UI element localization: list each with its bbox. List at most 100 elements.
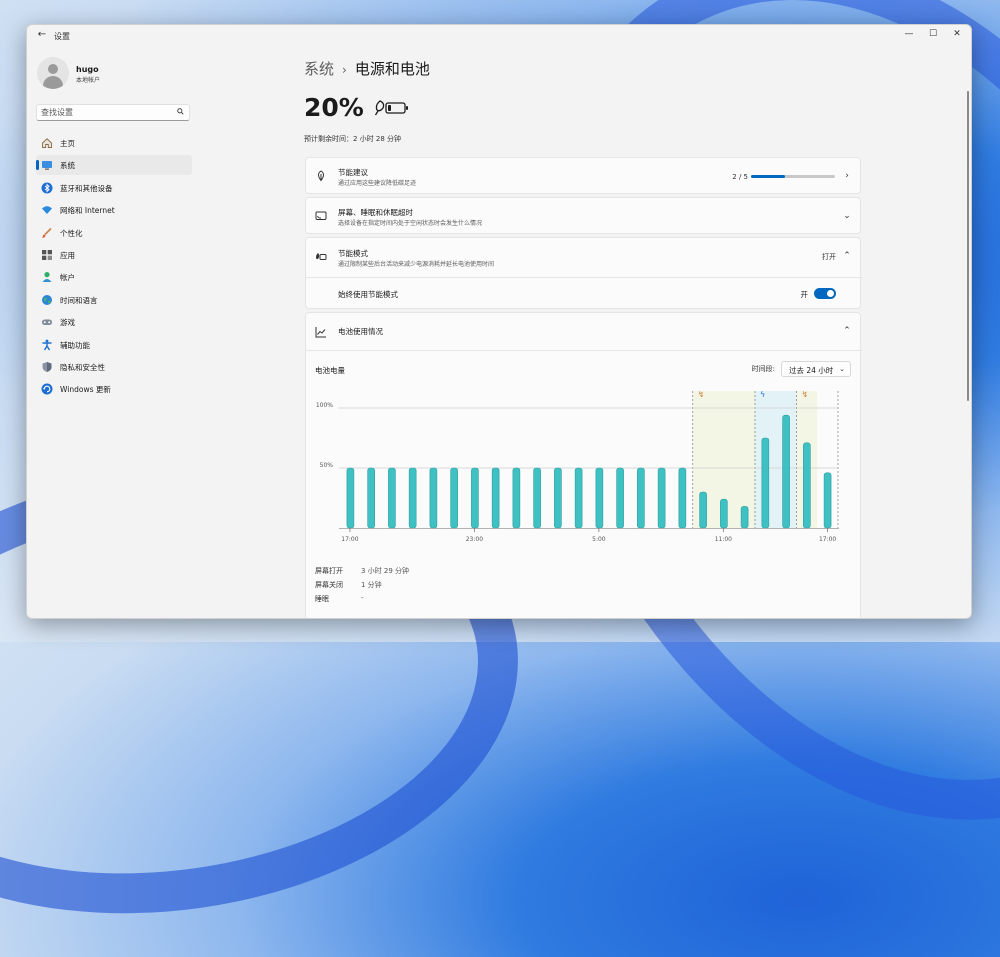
leaf-icon [318,170,324,182]
stat-value: 1 分钟 [361,581,382,589]
scrollbar[interactable] [967,91,969,401]
card-title: 屏幕、睡眠和休眠超时 [338,208,413,217]
globe-icon [42,294,52,305]
search-input[interactable] [39,106,173,119]
sidebar-item-system[interactable]: 系统 [36,155,192,176]
close-button[interactable]: ✕ [945,27,969,41]
screen-sleep-card[interactable]: 屏幕、睡眠和休眠超时 选择设备在指定时间内处于空闲状态时会发生什么情况 ⌄ [305,197,861,234]
minimize-button[interactable]: — [897,27,921,41]
battery-bar [782,414,790,529]
battery-bar [740,506,749,529]
card-subtitle: 通过限制某些后台活动来减少电源消耗并延长电池使用时间 [338,261,495,268]
update-icon [41,383,53,395]
stat-value: 3 小时 29 分钟 [361,567,410,575]
sidebar-item-label: 帐户 [60,273,75,283]
sidebar-item-windows-update[interactable]: Windows 更新 [36,379,192,399]
remaining-time: 预计剩余时间：2 小时 28 分钟 [304,135,402,143]
maximize-button[interactable]: ☐ [921,27,945,41]
title-bar: ← 设置 — ☐ ✕ [27,25,971,45]
sidebar-item-label: Windows 更新 [60,385,111,395]
toggle-state-label: 开 [800,290,809,299]
settings-window: ← 设置 — ☐ ✕ hugo 本地帐户 主页 系统 蓝牙和其他设备 网络和 I… [26,24,972,619]
battery-bar [761,437,770,529]
sidebar-item-privacy[interactable]: 隐私和安全性 [36,357,192,377]
search-box[interactable] [36,104,190,121]
home-icon [42,138,52,148]
chevron-up-icon[interactable]: ⌃ [842,326,852,336]
chevron-down-icon: ⌄ [839,365,845,373]
sidebar-item-apps[interactable]: 应用 [36,245,192,265]
divider [306,350,862,351]
bluetooth-icon [41,182,53,194]
app-title: 设置 [54,32,70,41]
sidebar-item-label: 网络和 Internet [60,206,115,216]
sidebar-item-personalization[interactable]: 个性化 [36,223,192,243]
sidebar-item-bluetooth[interactable]: 蓝牙和其他设备 [36,178,192,198]
band-state-icon: ↯ [698,390,705,399]
x-tick-label: 11:00 [715,536,732,543]
battery-bar [533,467,541,529]
sidebar-item-label: 时间和语言 [60,295,98,305]
chart-line-icon [315,327,326,338]
back-arrow-icon[interactable]: ← [35,29,49,41]
battery-bar [471,467,479,529]
battery-bar [616,467,624,529]
energy-saver-icon [316,253,327,260]
x-tick-label: 5:00 [592,536,606,543]
sidebar-item-accessibility[interactable]: 辅助功能 [36,335,192,355]
stat-label: 屏幕关闭 [315,581,343,589]
energy-saver-toggle[interactable] [814,288,836,299]
period-dropdown[interactable]: 过去 24 小时 ⌄ [781,361,851,377]
page-title: 电源和电池 [354,60,430,78]
always-saver-label: 始终使用节能模式 [338,290,398,299]
usage-stat-row: 屏幕关闭 1 分钟 [315,580,382,590]
battery-bar [554,467,562,529]
chevron-up-icon[interactable]: ⌃ [842,251,852,261]
apps-icon [42,249,52,260]
sidebar-item-label: 系统 [60,161,75,171]
search-icon [177,108,184,115]
battery-bar [803,442,811,529]
battery-bar [657,467,666,529]
usage-stat-row: 睡眠 - [315,594,364,604]
avatar[interactable] [37,57,69,89]
battery-bar [429,467,438,529]
battery-bar [595,467,604,529]
battery-bar [512,467,521,529]
y-tick-label: 50% [320,462,334,469]
band-state-icon: ϟ [760,390,765,399]
battery-bar [346,467,355,529]
account-type: 本地帐户 [76,77,101,84]
chevron-down-icon[interactable]: ⌄ [842,211,852,221]
breadcrumb: 系统 › 电源和电池 [304,58,430,79]
network-icon [42,206,52,215]
battery-bar [574,467,583,529]
battery-bar [367,467,375,529]
system-icon [42,161,52,171]
energy-recommendations-card[interactable]: 节能建议 通过应用这些建议降低碳足迹 2 / 5 › [305,157,861,194]
sidebar-item-home[interactable]: 主页 [36,133,192,153]
progress-fill [751,175,785,178]
accessibility-icon [42,339,52,350]
sidebar-item-label: 个性化 [60,228,83,238]
sidebar-item-accounts[interactable]: 帐户 [36,267,192,287]
card-subtitle: 选择设备在指定时间内处于空闲状态时会发生什么情况 [338,220,483,227]
sidebar-nav: 主页 系统 蓝牙和其他设备 网络和 Internet 个性化 应用 帐户 时间和… [36,133,192,402]
divider [306,277,862,278]
sidebar-item-network[interactable]: 网络和 Internet [36,200,192,220]
battery-bar [678,467,687,529]
battery-bar [388,467,396,529]
sidebar-item-time-language[interactable]: 时间和语言 [36,290,192,310]
card-subtitle: 通过应用这些建议降低碳足迹 [338,180,417,187]
breadcrumb-parent[interactable]: 系统 [304,60,334,78]
energy-saver-status: 打开 [822,253,836,261]
sidebar-item-gaming[interactable]: 游戏 [36,312,192,332]
battery-bar [450,467,458,529]
battery-level-chart: ↯ ϟ ↯ 100% 50% 17:00 23:00 5:00 11:00 17:00 [316,390,839,543]
user-name: hugo [76,65,99,74]
band-state-icon: ↯ [801,390,808,399]
chevron-right-icon[interactable]: › [842,171,852,181]
battery-bar [699,491,707,529]
period-value: 过去 24 小时 [789,366,834,375]
period-label: 时间段: [751,365,775,373]
